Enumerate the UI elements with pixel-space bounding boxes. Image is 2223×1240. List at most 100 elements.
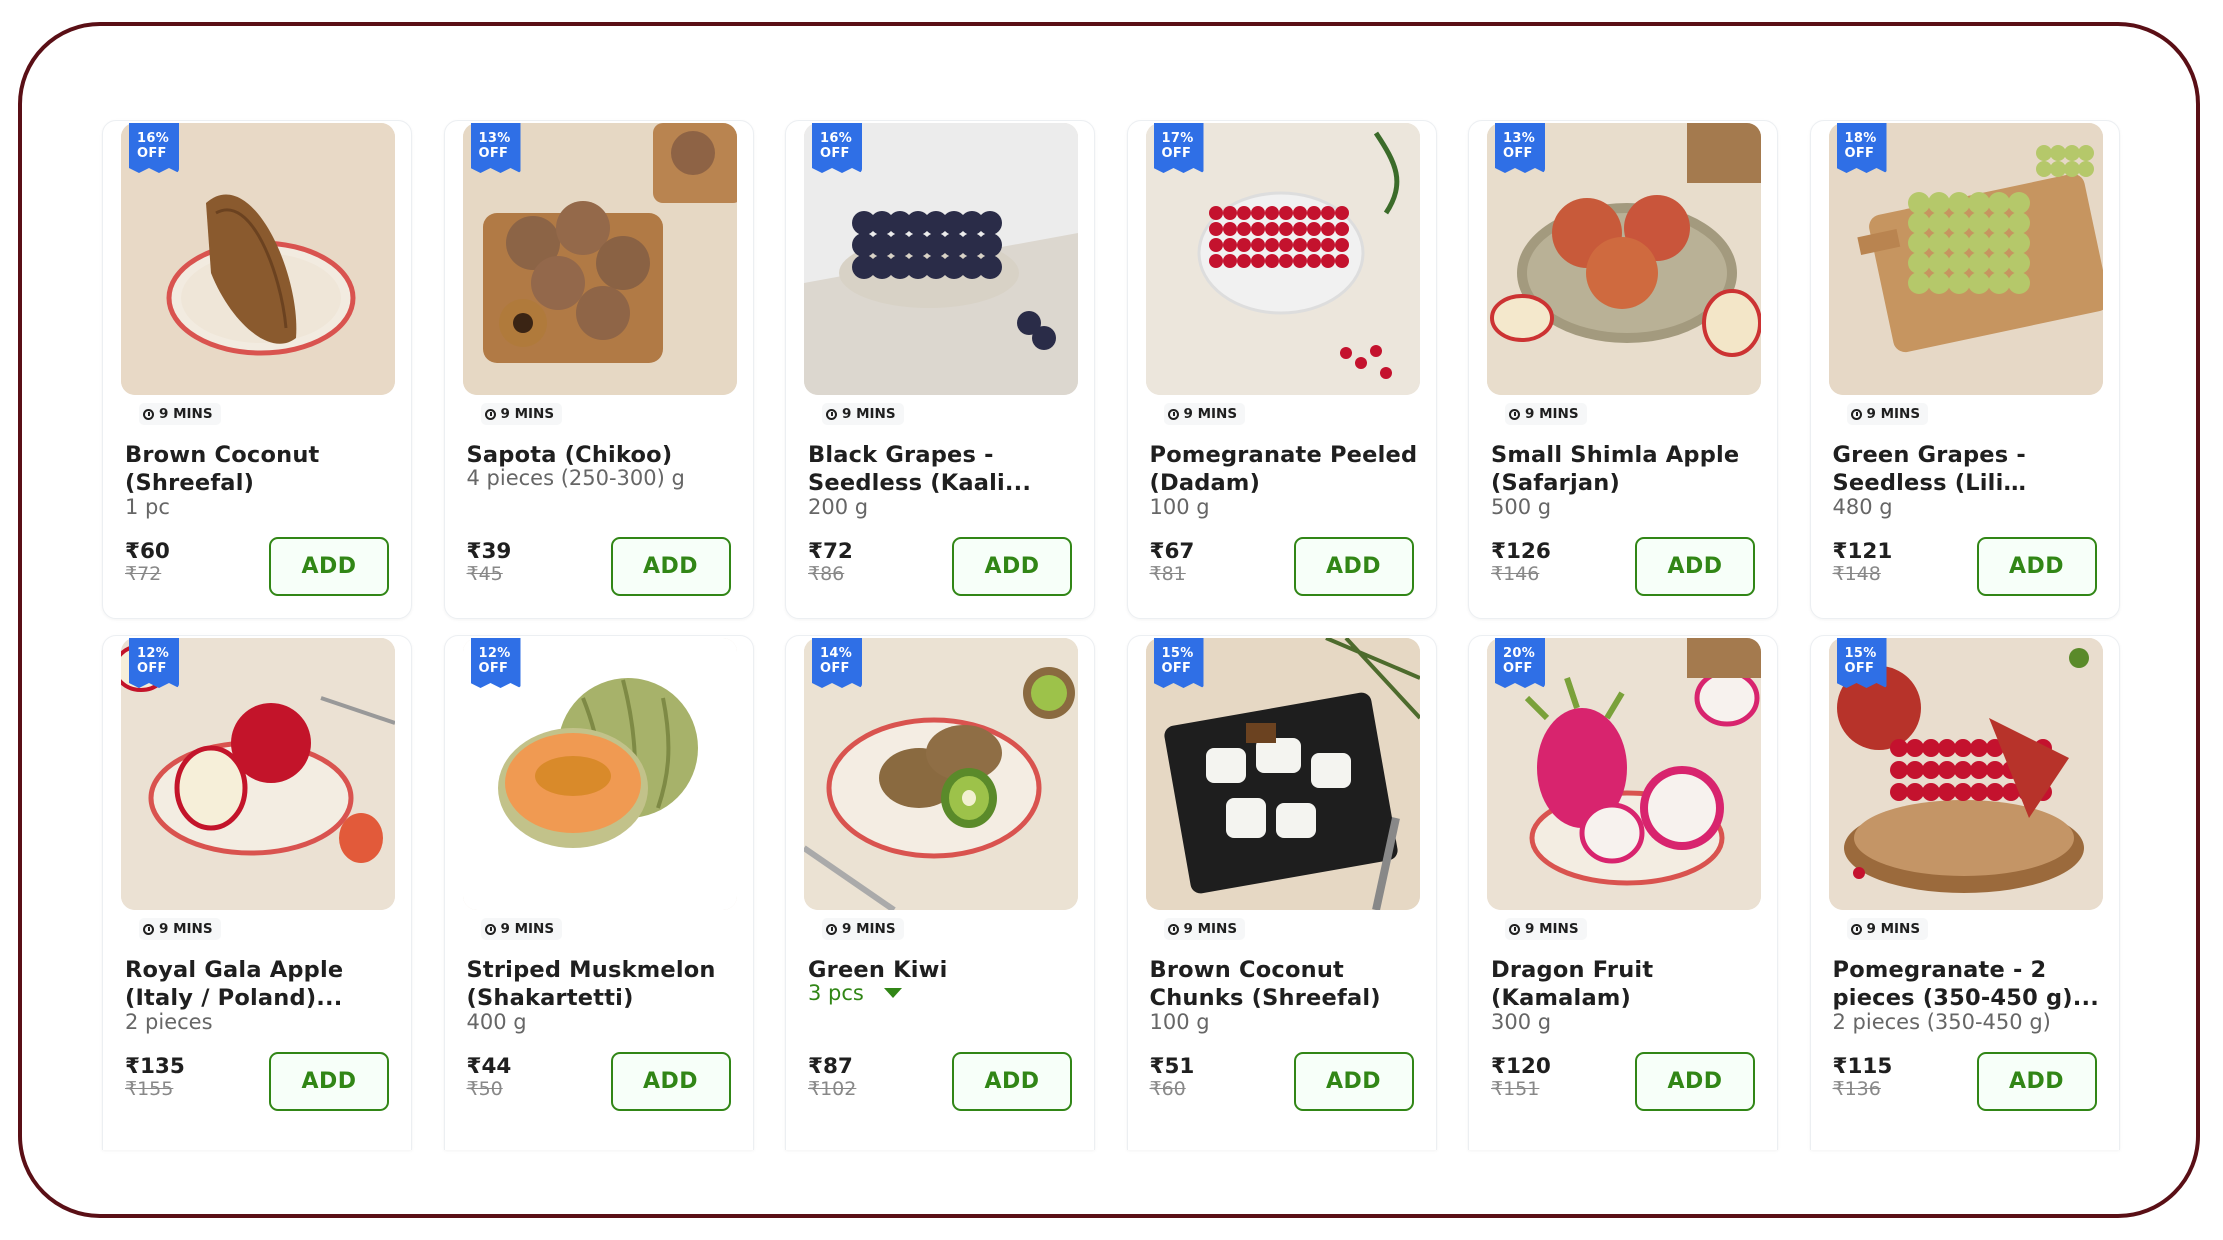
discount-off-label: OFF [478, 146, 509, 161]
product-name[interactable]: Brown Coconut Chunks (Shreefal) [1150, 956, 1422, 1012]
discount-badge: 13% OFF [470, 123, 521, 173]
add-to-cart-button[interactable]: ADD [1293, 537, 1414, 596]
delivery-time-text: 9 MINS [1866, 921, 1921, 937]
clock-icon [143, 408, 154, 420]
discount-percent: 17% [1161, 131, 1194, 146]
add-to-cart-button[interactable]: ADD [1976, 537, 2097, 596]
quantity-text: 4 pieces (250-300) g [466, 466, 685, 490]
quantity-selector[interactable]: 3 pcs [808, 981, 902, 1005]
product-card[interactable]: 16% OFF 9 MINS Brown Coconut (Shreefal) … [102, 120, 412, 619]
product-name[interactable]: Green Kiwi [808, 956, 1080, 984]
add-to-cart-button[interactable]: ADD [952, 537, 1072, 596]
delivery-time-badge: 9 MINS [139, 403, 221, 425]
delivery-time-badge: 9 MINS [1163, 918, 1246, 940]
discount-badge: 12% OFF [129, 638, 179, 688]
product-mrp: ₹155 [125, 1078, 174, 1100]
product-quantity: 1 pc [125, 495, 170, 519]
product-price: ₹51 [1149, 1054, 1195, 1079]
product-name[interactable]: Pomegranate - 2 pieces (350-450 g)... [1833, 956, 2105, 1012]
product-card[interactable]: 13% OFF 9 MINS Small Shimla Apple (Safar… [1468, 120, 1778, 619]
add-to-cart-button[interactable]: ADD [610, 1052, 731, 1111]
quantity-text: 300 g [1491, 1010, 1552, 1034]
discount-badge: 12% OFF [470, 638, 521, 688]
product-name[interactable]: Small Shimla Apple (Safarjan) [1491, 441, 1763, 497]
discount-off-label: OFF [820, 661, 850, 676]
clock-icon [484, 408, 496, 420]
add-to-cart-button[interactable]: ADD [269, 1052, 389, 1111]
product-mrp: ₹50 [466, 1078, 503, 1100]
quantity-text: 200 g [808, 495, 869, 519]
product-name[interactable]: Royal Gala Apple (Italy / Poland)... [125, 956, 397, 1012]
product-name[interactable]: Brown Coconut (Shreefal) [125, 441, 397, 497]
product-price: ₹44 [466, 1054, 512, 1079]
product-price: ₹67 [1149, 539, 1195, 564]
delivery-time-text: 9 MINS [159, 921, 213, 937]
product-price: ₹115 [1832, 1054, 1893, 1079]
delivery-time-text: 9 MINS [1525, 406, 1579, 422]
discount-percent: 15% [1161, 646, 1194, 661]
discount-badge: 18% OFF [1836, 123, 1887, 173]
product-price: ₹87 [808, 1054, 853, 1079]
product-card[interactable]: 14% OFF 9 MINS Green Kiwi 3 pcs ₹87 ₹102… [785, 635, 1095, 1150]
add-to-cart-button[interactable]: ADD [269, 537, 389, 596]
clock-icon [1167, 408, 1179, 420]
discount-off-label: OFF [478, 661, 509, 676]
product-quantity: 2 pieces (350-450 g) [1833, 1010, 2051, 1034]
discount-percent: 12% [478, 646, 511, 661]
discount-off-label: OFF [820, 146, 850, 161]
product-quantity: 480 g [1833, 495, 1893, 519]
delivery-time-badge: 9 MINS [1163, 403, 1246, 425]
delivery-time-text: 9 MINS [1866, 406, 1921, 422]
product-card[interactable]: 20% OFF 9 MINS Dragon Fruit (Kamalam) 30… [1468, 635, 1778, 1150]
discount-badge: 16% OFF [812, 123, 862, 173]
add-to-cart-button[interactable]: ADD [952, 1052, 1072, 1111]
discount-badge: 15% OFF [1153, 638, 1204, 688]
quantity-text: 400 g [466, 1010, 527, 1034]
discount-badge: 13% OFF [1495, 123, 1545, 173]
product-card[interactable]: 13% OFF 9 MINS Sapota (Chikoo) 4 pieces … [443, 120, 754, 619]
add-to-cart-button[interactable]: ADD [610, 537, 731, 596]
delivery-time-text: 9 MINS [500, 406, 555, 422]
product-mrp: ₹136 [1832, 1078, 1881, 1100]
discount-off-label: OFF [1161, 146, 1192, 161]
discount-off-label: OFF [1844, 146, 1875, 161]
clock-icon [1509, 923, 1520, 935]
product-quantity: 100 g [1150, 1010, 1210, 1034]
product-name[interactable]: Striped Muskmelon (Shakartetti) [467, 956, 739, 1012]
add-to-cart-button[interactable]: ADD [1635, 537, 1755, 596]
delivery-time-text: 9 MINS [842, 921, 896, 937]
product-card[interactable]: 17% OFF 9 MINS Pomegranate Peeled (Dadam… [1126, 120, 1437, 619]
product-name[interactable]: Green Grapes - Seedless (Lili Draaksh) [1833, 441, 2105, 497]
delivery-time-text: 9 MINS [1183, 921, 1238, 937]
clock-icon [1167, 923, 1179, 935]
delivery-time-badge: 9 MINS [1505, 918, 1587, 940]
quantity-text: 500 g [1491, 495, 1552, 519]
product-card[interactable]: 16% OFF 9 MINS Black Grapes - Seedless (… [785, 120, 1095, 619]
discount-percent: 15% [1844, 646, 1877, 661]
discount-off-label: OFF [137, 146, 167, 161]
add-to-cart-button[interactable]: ADD [1976, 1052, 2097, 1111]
delivery-time-badge: 9 MINS [1846, 403, 1929, 425]
discount-percent: 18% [1844, 131, 1877, 146]
product-mrp: ₹151 [1491, 1078, 1540, 1100]
product-card[interactable]: 18% OFF 9 MINS Green Grapes - Seedless (… [1809, 120, 2120, 619]
discount-percent: 20% [1503, 646, 1536, 661]
product-name[interactable]: Dragon Fruit (Kamalam) [1491, 956, 1763, 1012]
discount-badge: 20% OFF [1495, 638, 1545, 688]
product-name[interactable]: Black Grapes - Seedless (Kaali... [808, 441, 1080, 497]
product-name[interactable]: Sapota (Chikoo) [467, 441, 739, 469]
discount-off-label: OFF [137, 661, 167, 676]
product-name[interactable]: Pomegranate Peeled (Dadam) [1150, 441, 1422, 497]
product-card[interactable]: 15% OFF 9 MINS Pomegranate - 2 pieces (3… [1809, 635, 2120, 1150]
product-card[interactable]: 12% OFF 9 MINS Royal Gala Apple (Italy /… [102, 635, 412, 1150]
product-price: ₹39 [466, 539, 512, 564]
product-card[interactable]: 12% OFF 9 MINS Striped Muskmelon (Shakar… [443, 635, 754, 1150]
product-quantity: 100 g [1150, 495, 1210, 519]
discount-percent: 14% [820, 646, 853, 661]
clock-icon [1850, 408, 1862, 420]
product-mrp: ₹148 [1832, 563, 1881, 585]
add-to-cart-button[interactable]: ADD [1293, 1052, 1414, 1111]
product-price: ₹72 [808, 539, 853, 564]
add-to-cart-button[interactable]: ADD [1635, 1052, 1755, 1111]
product-card[interactable]: 15% OFF 9 MINS Brown Coconut Chunks (Shr… [1126, 635, 1437, 1150]
